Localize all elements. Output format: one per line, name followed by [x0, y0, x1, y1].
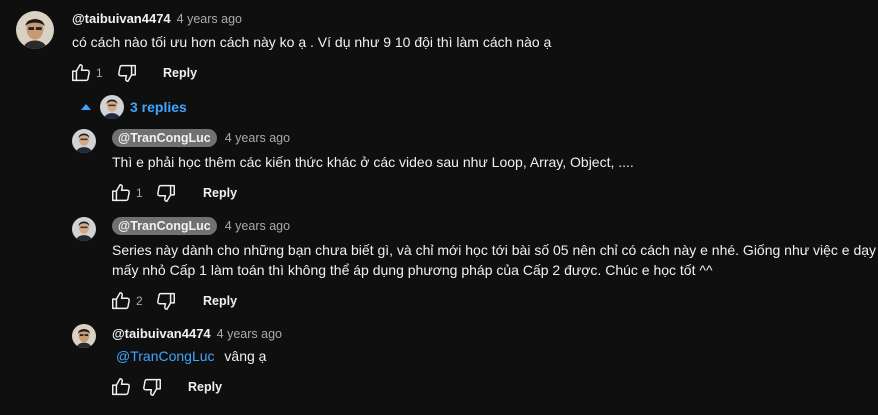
thumbs-down-icon — [155, 290, 177, 312]
avatar-image — [72, 217, 96, 241]
reply-text: @TranCongLuc vâng ạ — [116, 345, 266, 367]
thumbs-down-icon — [141, 376, 163, 398]
reply-text-body: vâng ạ — [224, 348, 267, 364]
dislike-button[interactable] — [155, 182, 177, 204]
comment-timestamp[interactable]: 4 years ago — [177, 12, 242, 26]
replies-count-label: 3 replies — [130, 99, 187, 115]
like-count: 2 — [136, 294, 143, 308]
dislike-button[interactable] — [155, 290, 177, 312]
avatar[interactable] — [72, 217, 96, 241]
avatar-image — [100, 95, 124, 119]
avatar[interactable] — [16, 11, 54, 49]
reply-header: @taibuivan4474 4 years ago — [112, 326, 282, 341]
like-button[interactable] — [110, 182, 132, 204]
thumbs-up-icon — [110, 182, 132, 204]
mention-link[interactable]: @TranCongLuc — [116, 348, 215, 364]
like-button[interactable] — [110, 376, 132, 398]
reply-text: Thì e phải học thêm các kiến thức khác ở… — [112, 154, 634, 170]
like-count: 1 — [96, 66, 103, 80]
reply-author[interactable]: @TranCongLuc — [112, 217, 217, 235]
comment-header: @taibuivan4474 4 years ago — [72, 11, 242, 26]
dislike-button[interactable] — [116, 62, 138, 84]
reply-header: @TranCongLuc 4 years ago — [112, 217, 290, 235]
avatar-image — [72, 324, 96, 348]
comment-text: có cách nào tối ưu hơn cách này ko ạ . V… — [72, 34, 552, 50]
thumbs-up-icon — [110, 290, 132, 312]
reply-button[interactable]: Reply — [163, 66, 197, 80]
thumbs-down-icon — [116, 62, 138, 84]
like-button[interactable] — [70, 62, 92, 84]
reply-text-line-1: Series này dành cho những bạn chưa biết … — [112, 242, 877, 258]
avatar[interactable] — [72, 324, 96, 348]
dislike-button[interactable] — [141, 376, 163, 398]
reply-button[interactable]: Reply — [203, 294, 237, 308]
reply-timestamp[interactable]: 4 years ago — [217, 327, 282, 341]
reply-button[interactable]: Reply — [203, 186, 237, 200]
reply-button[interactable]: Reply — [188, 380, 222, 394]
replies-avatar — [100, 95, 124, 119]
replies-toggle[interactable]: 3 replies — [80, 95, 187, 119]
reply-author[interactable]: @TranCongLuc — [112, 129, 217, 147]
like-button[interactable] — [110, 290, 132, 312]
thumbs-up-icon — [110, 376, 132, 398]
thumbs-down-icon — [155, 182, 177, 204]
avatar-image — [72, 129, 96, 153]
reply-author[interactable]: @taibuivan4474 — [112, 326, 211, 341]
reply-text-line-2: mấy nhỏ Cấp 1 làm toán thì không thể áp … — [112, 262, 713, 278]
reply-timestamp[interactable]: 4 years ago — [225, 131, 290, 145]
avatar[interactable] — [72, 129, 96, 153]
thumbs-up-icon — [70, 62, 92, 84]
reply-timestamp[interactable]: 4 years ago — [225, 219, 290, 233]
comment-author[interactable]: @taibuivan4474 — [72, 11, 171, 26]
avatar-image — [16, 11, 54, 49]
like-count: 1 — [136, 186, 143, 200]
reply-header: @TranCongLuc 4 years ago — [112, 129, 290, 147]
chevron-up-icon — [81, 104, 91, 110]
